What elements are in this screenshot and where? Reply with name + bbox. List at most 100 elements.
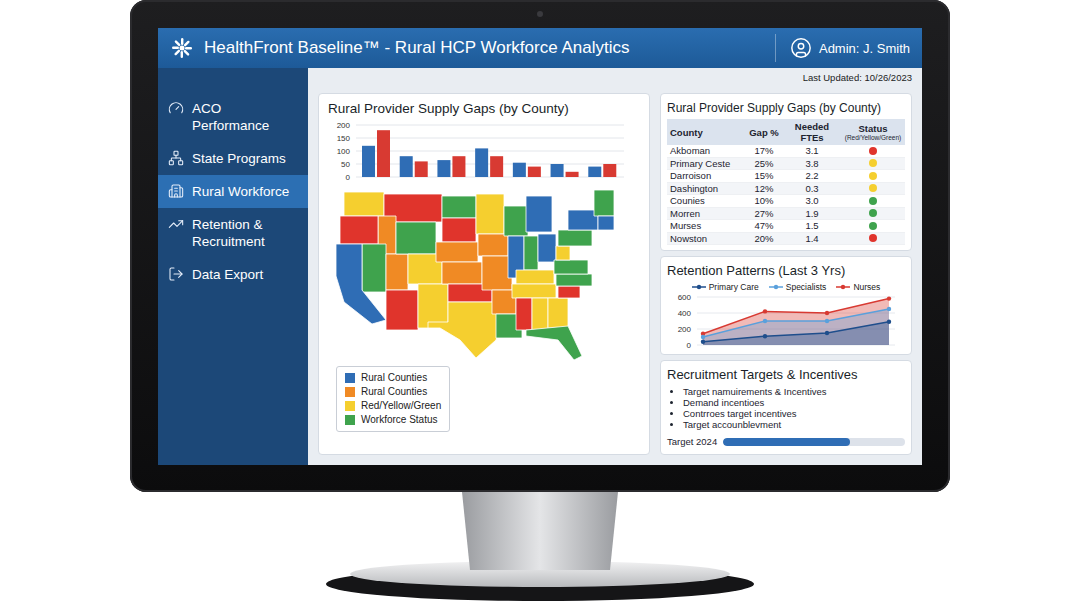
- table-cell: 0.3: [783, 183, 841, 196]
- legend-item: Rural Counties: [345, 386, 441, 398]
- table-cell: Darroison: [667, 170, 745, 183]
- map-region[interactable]: [482, 256, 512, 290]
- map-region[interactable]: [336, 244, 386, 324]
- series-marker-icon: [769, 284, 783, 290]
- chart-bar: [513, 163, 526, 177]
- sidebar-label: Retention & Recruitment: [192, 216, 300, 250]
- legend-swatch: [345, 373, 355, 383]
- card-title: Retention Patterns (Last 3 Yrs): [667, 262, 905, 280]
- map-region[interactable]: [344, 192, 384, 216]
- map-region[interactable]: [526, 196, 552, 232]
- user-menu[interactable]: Admin: J. Smith: [775, 34, 910, 62]
- chart-bar: [400, 156, 413, 177]
- map-region[interactable]: [526, 326, 582, 360]
- map-region[interactable]: [396, 222, 436, 254]
- map-region[interactable]: [594, 190, 614, 216]
- us-map: [336, 190, 618, 362]
- sidebar-item[interactable]: State Programs: [158, 142, 308, 175]
- user-icon: [790, 37, 812, 59]
- user-name: Admin: J. Smith: [819, 41, 910, 56]
- map-region[interactable]: [442, 218, 476, 242]
- series-marker-icon: [836, 284, 850, 290]
- sidebar-label: Data Export: [192, 266, 263, 283]
- recruitment-card: Recruitment Targets & IncentivesTarget n…: [660, 360, 912, 455]
- map-region[interactable]: [556, 274, 592, 286]
- map-region[interactable]: [386, 290, 418, 330]
- legend-swatch: [345, 415, 355, 425]
- chart-series: [701, 307, 891, 345]
- table-header-cell: County: [667, 119, 745, 145]
- table-cell: [841, 195, 905, 208]
- map-region[interactable]: [442, 196, 476, 218]
- status-dot: [869, 159, 877, 167]
- chart-bar: [603, 164, 616, 177]
- map-region[interactable]: [516, 298, 532, 330]
- supply-table: CountyGap %Needed FTEsStatus(Red/Yellow/…: [667, 119, 905, 245]
- map-region[interactable]: [504, 206, 528, 236]
- map-region[interactable]: [558, 286, 580, 298]
- app-header: HealthFront Baseline™ - Rural HCP Workfo…: [158, 28, 922, 68]
- table-cell: 1.4: [783, 233, 841, 246]
- progress-bar: [723, 438, 905, 446]
- card-title: Rural Provider Supply Gaps (by County): [667, 99, 905, 117]
- chart-series: [701, 296, 891, 345]
- map-region[interactable]: [516, 270, 554, 284]
- monitor-stand: [320, 492, 760, 603]
- sidebar-label: ACO Performance: [192, 100, 300, 134]
- chart-bar: [490, 156, 503, 177]
- map-region[interactable]: [442, 262, 482, 284]
- status-dot: [869, 172, 877, 180]
- incentive-item: Contrroes target incentives: [683, 408, 905, 419]
- chart-bar: [415, 161, 428, 177]
- map-region[interactable]: [340, 216, 378, 244]
- last-updated: Last Updated: 10/26/2023: [318, 72, 912, 93]
- map-region[interactable]: [362, 244, 386, 292]
- status-dot: [869, 209, 877, 217]
- map-region[interactable]: [476, 194, 504, 234]
- supply-bar-chart: 200150100500: [328, 120, 628, 184]
- map-region[interactable]: [568, 210, 598, 230]
- right-column: Rural Provider Supply Gaps (by County) Co…: [660, 93, 912, 455]
- map-region[interactable]: [436, 242, 478, 262]
- map-region[interactable]: [558, 230, 592, 246]
- table-cell: Dashington: [667, 183, 745, 196]
- map-region[interactable]: [532, 298, 548, 330]
- legend-item: Primary Care: [692, 282, 759, 292]
- map-region[interactable]: [538, 234, 556, 262]
- sidebar-item[interactable]: Retention & Recruitment: [158, 208, 308, 258]
- svg-text:200: 200: [678, 325, 692, 334]
- monitor: HealthFront Baseline™ - Rural HCP Workfo…: [130, 0, 950, 492]
- sidebar-item[interactable]: Data Export: [158, 258, 308, 291]
- sidebar-item[interactable]: ACO Performance: [158, 92, 308, 142]
- map-region[interactable]: [524, 236, 538, 270]
- table-cell: 20%: [745, 233, 783, 246]
- map-region[interactable]: [554, 260, 588, 274]
- chart-point: [825, 319, 829, 323]
- chart-bar: [551, 164, 564, 177]
- map-region[interactable]: [598, 216, 614, 230]
- map-region[interactable]: [386, 254, 408, 290]
- table-cell: Nowston: [667, 233, 745, 246]
- chart-point: [887, 307, 891, 311]
- table-cell: 10%: [745, 195, 783, 208]
- chart-bar: [437, 160, 450, 177]
- status-dot: [869, 147, 877, 155]
- legend-item: Specialists: [769, 282, 827, 292]
- sidebar-item[interactable]: Rural Workforce: [158, 175, 308, 208]
- map-region[interactable]: [428, 302, 502, 358]
- map-region[interactable]: [478, 234, 508, 256]
- map-legend: Rural CountiesRural CountiesRed/Yellow/G…: [336, 366, 450, 432]
- table-cell: [841, 233, 905, 246]
- map-region[interactable]: [556, 246, 570, 260]
- chart-series: [701, 320, 891, 345]
- chart-point: [763, 319, 767, 323]
- chart-point: [825, 311, 829, 315]
- chart-point: [825, 331, 829, 335]
- nav-icon: [168, 150, 184, 166]
- table-cell: 27%: [745, 208, 783, 221]
- map-region[interactable]: [418, 284, 448, 328]
- map-region[interactable]: [512, 284, 556, 298]
- chart-point: [701, 335, 705, 339]
- svg-text:600: 600: [678, 293, 692, 302]
- map-region[interactable]: [548, 298, 568, 328]
